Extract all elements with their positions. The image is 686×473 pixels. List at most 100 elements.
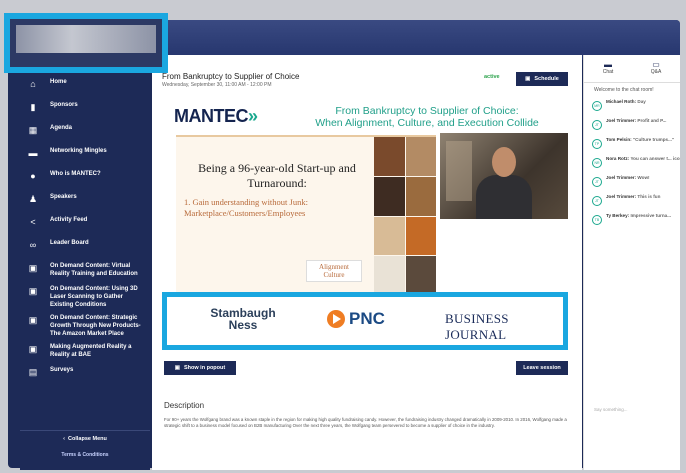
slide-headline-line-2: When Alignment, Culture, and Execution C…	[315, 117, 539, 129]
calendar-icon: ▦	[28, 125, 38, 135]
event-logo-highlight[interactable]	[4, 13, 168, 73]
chat-message-body: Nora Rotz: You can answer t... icon	[606, 156, 680, 168]
chat-message-body: Joel Trimmer: Wow!	[606, 175, 650, 187]
slide-bullet: 1. Gain understanding without Junk: Mark…	[184, 197, 308, 218]
surveys-icon: ▤	[28, 367, 38, 377]
avatar: TB	[592, 215, 602, 225]
sidebar-item[interactable]: ▣ On Demand Content: Virtual Reality Trai…	[20, 262, 150, 280]
sidebar-item[interactable]: ▮ Sponsors	[20, 101, 150, 119]
sidebar-item-label: Surveys	[50, 367, 74, 373]
chat-message-body: Tom Pelsin: "Culture trumps..."	[606, 137, 674, 149]
collage-photo	[374, 256, 405, 295]
chat-message: JT Joel Trimmer: Profit and P...	[584, 116, 680, 132]
people-icon: ♟	[28, 194, 38, 204]
business-journal-logo-text: BUSINESS JOURNAL	[445, 311, 509, 342]
chat-author: Nora Rotz: You can answer t... icon	[606, 156, 680, 162]
chat-author-name: Joel Trimmer	[606, 118, 635, 123]
sidebar-item-label: Agenda	[50, 125, 73, 131]
slide-headline: From Bankruptcy to Supplier of Choice: W…	[292, 105, 562, 129]
sidebar-item[interactable]: ⌂ Home	[20, 78, 150, 96]
chat-text: Wow!	[637, 175, 650, 180]
chat-message-body: Joel Trimmer: This is fun	[606, 194, 660, 206]
show-in-popout-button[interactable]: ▣ Show in popout	[164, 361, 236, 375]
chat-input[interactable]: Say something...	[594, 407, 628, 412]
leaderboard-icon: ∞	[29, 240, 37, 250]
on-demand-icon: ▣	[28, 286, 38, 296]
collage-photo	[374, 137, 405, 176]
schedule-button[interactable]: ▣ Schedule	[516, 72, 568, 86]
chat-author: Joel Trimmer: Profit and P...	[606, 118, 666, 124]
sidebar-item[interactable]: ▤ Surveys	[20, 366, 150, 384]
share-icon: <	[30, 217, 36, 227]
chat-text: Impressive turna...	[630, 213, 672, 218]
tab-qa[interactable]: ▭ Q&A	[632, 55, 680, 82]
sidebar-item[interactable]: ● Who is MANTEC?	[20, 170, 150, 188]
sidebar-item[interactable]: < Activity Feed	[20, 216, 150, 234]
chat-icon: ▬	[604, 60, 612, 69]
on-demand-icon: ▣	[28, 344, 38, 354]
collage-photo	[374, 216, 405, 256]
sponsor-banner-highlight[interactable]: Stambaugh Ness PNC BUSINESS JOURNAL	[162, 292, 568, 350]
chat-author: Joel Trimmer: Wow!	[606, 175, 650, 181]
event-logo	[16, 25, 156, 53]
sidebar-item-label: Sponsors	[50, 102, 78, 108]
terms-link[interactable]: Terms & Conditions	[20, 452, 150, 458]
chat-message: TB Ty Berkey: Impressive turna...	[584, 211, 680, 227]
collage-photo	[405, 137, 436, 176]
sidebar-item-label: Speakers	[50, 194, 77, 200]
chat-text: "Culture trumps..."	[632, 137, 675, 142]
pnc-logo-text: PNC	[349, 309, 385, 328]
chat-text: You can answer t... icon	[630, 156, 680, 161]
alignment-line-2: Culture	[323, 271, 345, 279]
sidebar-item[interactable]: ▣ Making Augmented Reality a Reality at B…	[20, 343, 150, 361]
chat-message-body: Ty Berkey: Impressive turna...	[606, 213, 671, 225]
collage-photo	[405, 216, 436, 256]
chat-message-body: Joel Trimmer: Profit and P...	[606, 118, 666, 130]
leave-session-button[interactable]: Leave session	[516, 361, 568, 375]
sidebar-item[interactable]: ▬ Networking Mingles	[20, 147, 150, 165]
speaker-head	[492, 147, 516, 177]
sidebar-item[interactable]: ▣ On Demand Content: Using 3D Laser Scann…	[20, 285, 150, 309]
chat-text: This is fun	[637, 194, 661, 199]
tab-chat-label: Chat	[602, 69, 614, 75]
session-date: Wednesday, September 30, 11:00 AM - 12:0…	[162, 82, 272, 88]
description-text: For 90+ years the Wolfgang brand was a k…	[164, 417, 567, 428]
status-badge: active	[484, 74, 500, 80]
avatar: NR	[592, 158, 602, 168]
avatar: MR	[592, 101, 602, 111]
sidebar-item[interactable]: ▦ Agenda	[20, 124, 150, 142]
stambaugh-ness-logo: Stambaugh Ness	[210, 306, 276, 332]
collage-photo	[405, 176, 436, 216]
collapse-menu-label: Collapse Menu	[68, 436, 107, 442]
pnc-logo: PNC	[327, 309, 385, 329]
sponsors-icon: ▮	[30, 102, 36, 112]
chat-message: JT Joel Trimmer: This is fun	[584, 192, 680, 208]
chat-bubble-icon: ▬	[28, 148, 38, 158]
sidebar-item-label: Activity Feed	[50, 217, 88, 223]
speaker-video[interactable]	[440, 133, 568, 219]
chat-message: TP Tom Pelsin: "Culture trumps..."	[584, 135, 680, 151]
photo-collage	[374, 137, 436, 295]
on-demand-icon: ▣	[28, 315, 38, 325]
sidebar-item-label: Making Augmented Reality a Reality at BA…	[50, 344, 132, 358]
sidebar-item-label: Leader Board	[50, 240, 89, 246]
pnc-mark-icon	[327, 310, 345, 328]
sidebar-item[interactable]: ∞ Leader Board	[20, 239, 150, 257]
collapse-menu-button[interactable]: ‹ Collapse Menu	[20, 430, 150, 446]
chat-author: Joel Trimmer: This is fun	[606, 194, 660, 200]
sidebar-item-label: On Demand Content: Virtual Reality Train…	[50, 263, 138, 277]
slide-header: MANTEC» From Bankruptcy to Supplier of C…	[164, 97, 568, 133]
chat-author-name: Tom Pelsin	[606, 137, 631, 142]
slide-headline-line-1: From Bankruptcy to Supplier of Choice:	[335, 105, 519, 117]
sidebar-item[interactable]: ▣ On Demand Content: Strategic Growth Thr…	[20, 314, 150, 338]
tab-chat[interactable]: ▬ Chat	[584, 55, 632, 82]
tab-qa-label: Q&A	[650, 69, 662, 75]
sidebar-item-label: Who is MANTEC?	[50, 171, 101, 177]
session-panel: From Bankruptcy to Supplier of Choice We…	[152, 55, 582, 470]
chat-author: Tom Pelsin: "Culture trumps..."	[606, 137, 674, 143]
description-title: Description	[164, 401, 205, 410]
collage-photo	[405, 256, 436, 295]
sidebar-item[interactable]: ♟ Speakers	[20, 193, 150, 211]
home-icon: ⌂	[30, 79, 36, 89]
business-journal-logo: BUSINESS JOURNAL	[445, 311, 563, 343]
